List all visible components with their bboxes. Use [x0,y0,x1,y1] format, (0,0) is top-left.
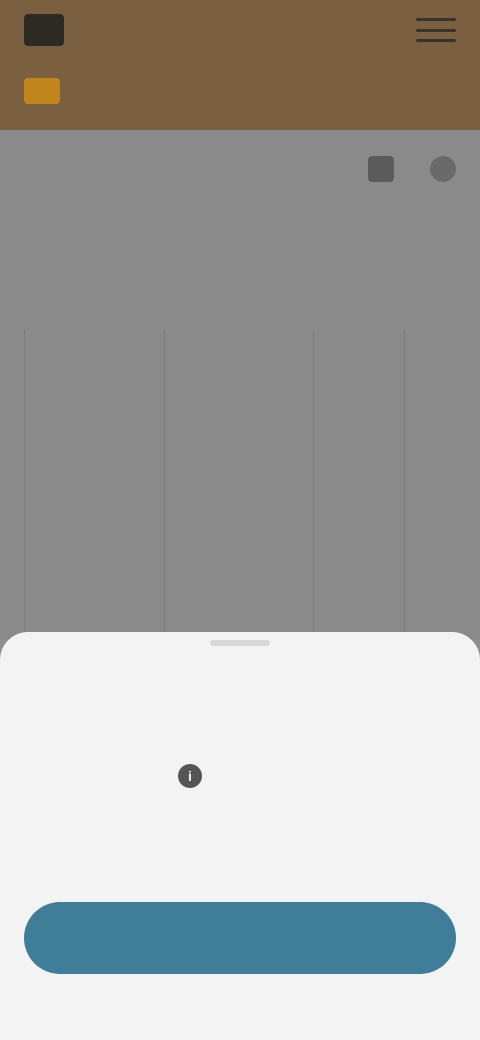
day-cell[interactable] [370,230,440,266]
day-cell[interactable] [90,230,160,266]
schedule-column [313,330,403,640]
menu-button[interactable] [416,18,456,42]
bottom-sheet: i [0,632,480,1040]
day-cell[interactable] [300,230,370,266]
schedule-columns [24,330,480,640]
schedule-column [403,330,480,640]
day-cell[interactable] [230,230,300,266]
day-strip [20,230,480,266]
location-pin-icon [24,78,60,104]
day-cell-selected[interactable] [160,230,230,266]
primary-action-button[interactable] [24,902,456,974]
list-icon[interactable] [430,156,456,182]
calendar-icon[interactable] [368,156,394,182]
main-content [0,130,480,640]
day-cell[interactable] [20,230,90,266]
location-selector[interactable] [24,78,74,104]
brand-logo[interactable] [24,10,70,50]
hamburger-menu-icon [416,28,456,32]
app-header [0,0,480,130]
schedule-column [24,330,164,640]
info-icon[interactable]: i [178,764,202,788]
hamburger-menu-icon [416,18,456,21]
schedule-column [163,330,314,640]
hamburger-menu-icon [416,39,456,42]
sheet-drag-handle[interactable] [210,640,270,646]
logo-glyph [24,14,64,46]
